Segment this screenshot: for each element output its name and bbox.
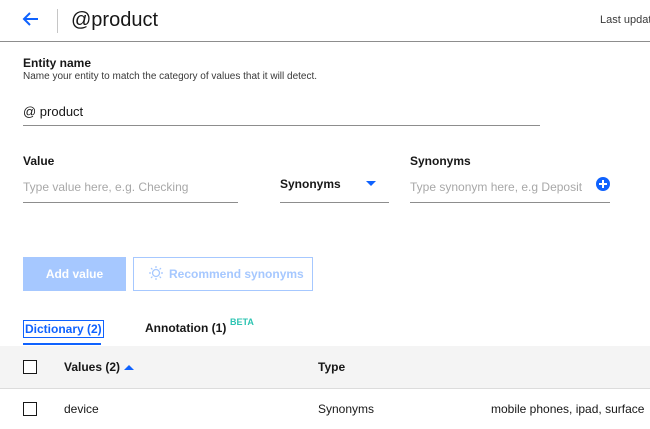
lightbulb-icon (149, 266, 163, 280)
page-header: @product Last updat (0, 0, 650, 42)
column-header-values[interactable]: Values (2) (64, 360, 120, 374)
chevron-down-icon (366, 181, 376, 186)
row-checkbox[interactable] (23, 402, 37, 416)
header-divider (57, 9, 58, 33)
type-select-value: Synonyms (280, 177, 341, 191)
beta-badge: BETA (230, 317, 254, 327)
tab-active-indicator (23, 343, 101, 345)
synonym-input[interactable] (410, 172, 610, 203)
row-type: Synonyms (318, 402, 375, 416)
row-value: device (64, 402, 99, 416)
page-title: @product (71, 9, 159, 31)
value-input[interactable] (23, 172, 238, 203)
select-all-checkbox[interactable] (23, 360, 37, 374)
tab-dictionary[interactable]: Dictionary (2) (23, 320, 104, 338)
tab-annotation[interactable]: Annotation (1) (145, 321, 226, 335)
recommend-synonyms-label: Recommend synonyms (169, 267, 304, 281)
column-header-type: Type (318, 360, 346, 374)
entity-name-input[interactable] (23, 97, 540, 126)
value-label: Value (23, 154, 55, 168)
type-select[interactable]: Synonyms (280, 172, 389, 203)
entity-name-helper: Name your entity to match the category o… (23, 71, 318, 82)
row-synonyms: mobile phones, ipad, surface (491, 402, 645, 416)
entity-name-label: Entity name (23, 56, 92, 70)
sort-up-icon[interactable] (124, 365, 134, 370)
add-circle-icon[interactable] (596, 177, 610, 191)
synonyms-label: Synonyms (410, 154, 471, 168)
add-value-button[interactable]: Add value (23, 257, 126, 291)
arrow-left-icon[interactable] (22, 9, 40, 29)
last-updated-text: Last updat (600, 14, 650, 26)
